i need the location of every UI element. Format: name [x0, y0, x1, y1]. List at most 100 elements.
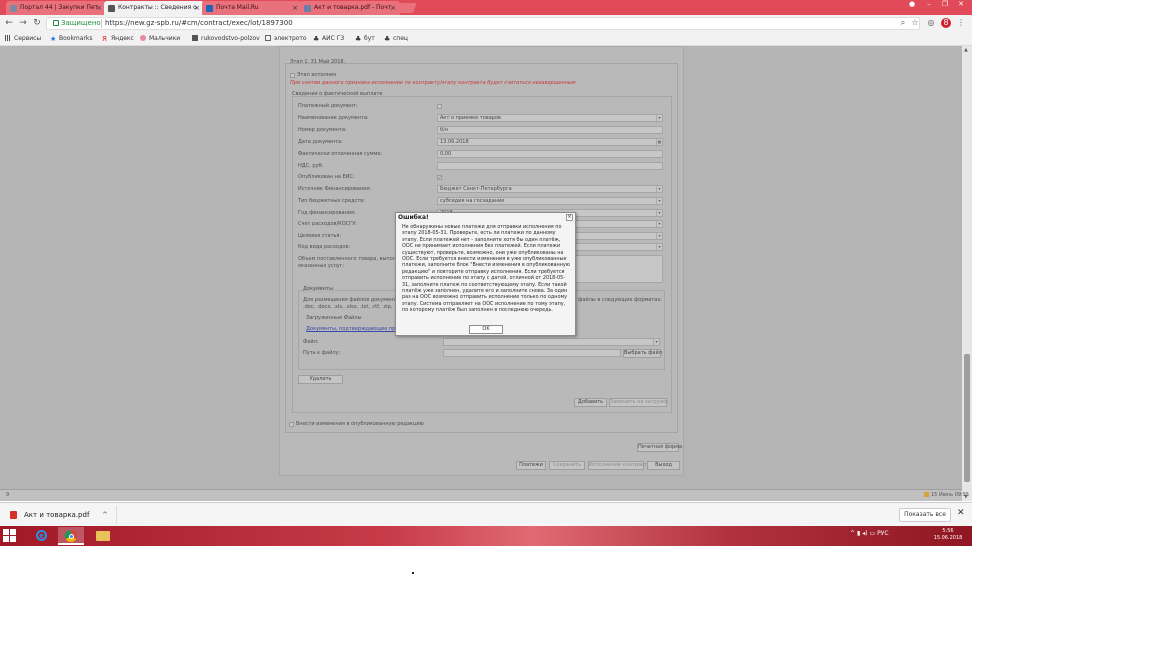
field-value: 13.06.2018: [440, 139, 469, 145]
stage-done-label: Этап исполнен: [297, 72, 337, 78]
file-label: Файл:: [303, 339, 319, 345]
close-icon[interactable]: ×: [390, 1, 396, 15]
published-eis-checkbox[interactable]: ✓: [437, 175, 442, 180]
doc-date-input[interactable]: 13.06.2018 ▦: [437, 138, 663, 146]
download-shelf: Акт и товарка.pdf ^ Показать все ✕: [0, 502, 972, 526]
user-icon[interactable]: ●: [905, 0, 919, 10]
browser-toolbar: ← → ↻ Защищено https://new.gz-spb.ru/#cm…: [0, 15, 972, 32]
stage-done-checkbox[interactable]: [290, 73, 295, 78]
notification-badge-icon[interactable]: 8: [941, 18, 951, 28]
bookmark-rukovodstvo[interactable]: rukovodstvo-polzov: [192, 35, 260, 43]
field-label: Код вида расходов:: [298, 244, 351, 250]
forward-icon[interactable]: →: [17, 17, 29, 29]
file-select[interactable]: ▾: [443, 338, 660, 346]
exit-button[interactable]: Выход: [647, 461, 680, 470]
path-label: Путь к файлу:: [303, 350, 341, 356]
page-scrollbar[interactable]: ▲ ▼: [962, 46, 972, 501]
minimize-icon[interactable]: –: [922, 0, 936, 10]
close-icon[interactable]: ×: [96, 1, 102, 15]
tab-label: Акт и товарка.pdf - Почт: [314, 4, 392, 11]
replace-upload-button[interactable]: Заменить на загрузке: [609, 398, 668, 407]
tab-portal44[interactable]: Портал 44 | Закупки Пет ×: [6, 1, 106, 15]
file-path-input[interactable]: [443, 349, 621, 357]
budget-type-select[interactable]: субсидия на госзадание ▾: [437, 197, 663, 205]
chevron-down-icon: ▾: [656, 210, 662, 216]
field-label: Счет расходов/КОСГУ:: [298, 221, 357, 227]
volume-icon[interactable]: ◂): [862, 530, 867, 537]
site-favicon-icon: [140, 35, 146, 41]
taskbar-chrome[interactable]: [58, 527, 84, 545]
field-label: Опубликован на ЕИС:: [298, 174, 355, 180]
add-button[interactable]: Добавить: [574, 398, 607, 407]
doc-number-input[interactable]: б/н: [437, 126, 663, 134]
star-icon[interactable]: ☆: [910, 18, 920, 28]
network-icon[interactable]: ▮: [857, 530, 860, 537]
funding-source-select[interactable]: Бюджет Санкт-Петербурга ▾: [437, 185, 663, 193]
payment-doc-checkbox[interactable]: [437, 104, 442, 109]
ok-button[interactable]: OK: [469, 325, 503, 334]
bookmark-but[interactable]: ♣ бут: [355, 35, 375, 43]
docs-hint: Для размещения файлов документ: [303, 297, 397, 303]
bookmark-label: электрото: [274, 35, 307, 42]
paid-amount-input[interactable]: 0,00: [437, 150, 663, 158]
calendar-icon[interactable]: ▦: [656, 139, 662, 145]
url-text: https://new.gz-spb.ru/#cm/contract/exec/…: [105, 19, 293, 27]
chrome-icon: [65, 530, 77, 542]
print-form-button[interactable]: Печатная форма: [637, 443, 682, 452]
bookmark-ais-gz[interactable]: ♣ АИС ГЗ: [313, 35, 344, 43]
chevron-down-icon: ▾: [653, 339, 659, 345]
bookmark-elektroto[interactable]: электрото: [265, 35, 307, 43]
vat-input[interactable]: [437, 162, 663, 170]
bookmark-label: Мальчики: [149, 35, 181, 42]
close-icon[interactable]: ×: [292, 1, 298, 15]
extension-icon[interactable]: ◎: [926, 18, 936, 28]
scroll-thumb[interactable]: [964, 354, 970, 482]
battery-icon[interactable]: ▭: [869, 530, 875, 537]
tab-mail[interactable]: Почта Mail.Ru ×: [202, 1, 302, 15]
download-item[interactable]: Акт и товарка.pdf ^: [4, 506, 114, 524]
doc-name-select[interactable]: Акт о приемке товаров ▾: [437, 114, 663, 122]
chevron-up-icon[interactable]: ^: [102, 506, 108, 524]
bookmark-yandex[interactable]: Я Яндекс: [102, 35, 134, 43]
choose-file-button[interactable]: Выбрать файл: [623, 349, 662, 358]
back-icon[interactable]: ←: [3, 17, 15, 29]
reload-icon[interactable]: ↻: [31, 17, 43, 29]
payments-button[interactable]: Платежи: [516, 461, 546, 470]
clock[interactable]: 5:56 15.06.2018: [930, 528, 966, 542]
field-value: Акт о приемке товаров: [440, 115, 501, 121]
bookmark-bookmarks[interactable]: ★ Bookmarks: [50, 35, 93, 43]
taskbar-explorer[interactable]: [90, 527, 116, 545]
windows-start-icon[interactable]: [3, 529, 17, 543]
bookmark-spets[interactable]: ♣ спец: [384, 35, 408, 43]
close-icon[interactable]: ×: [566, 214, 573, 221]
close-icon[interactable]: ✕: [957, 508, 965, 518]
delete-button[interactable]: Удалить: [298, 375, 343, 384]
edit-published-label: Внести изменения в опубликованную редакц…: [296, 421, 424, 427]
language-indicator[interactable]: РУС: [877, 530, 888, 537]
contract-execution-button[interactable]: Исполнение контракта: [588, 461, 650, 470]
tab-pdf[interactable]: Акт и товарка.pdf - Почт ×: [300, 1, 400, 15]
field-value: субсидия на госзадание: [440, 198, 505, 204]
secure-label: Защищено: [61, 19, 101, 27]
menu-icon[interactable]: ⋮: [956, 18, 966, 28]
bookmark-apps[interactable]: Сервисы: [5, 35, 41, 43]
save-button[interactable]: Сохранить: [549, 461, 585, 470]
restore-icon[interactable]: ❐: [938, 0, 952, 10]
tab-contracts[interactable]: Контракты :: Сведения о ×: [104, 1, 204, 15]
yandex-icon: Я: [102, 35, 107, 43]
documents-link[interactable]: Документы, подтверждающие пр: [306, 326, 395, 333]
close-icon[interactable]: ×: [194, 1, 200, 15]
address-bar[interactable]: Защищено https://new.gz-spb.ru/#cm/contr…: [46, 17, 920, 30]
taskbar-ie[interactable]: e: [28, 527, 54, 545]
chevron-up-icon[interactable]: ^: [850, 530, 855, 537]
new-tab-button[interactable]: [395, 3, 417, 13]
bookmark-malchiki[interactable]: Мальчики: [140, 35, 180, 43]
screen: Портал 44 | Закупки Пет × Контракты :: С…: [0, 0, 972, 546]
search-icon[interactable]: ⌕: [898, 18, 908, 28]
stage-warning: При снятии данного признака исполнение п…: [290, 80, 576, 86]
show-all-button[interactable]: Показать все: [899, 508, 951, 522]
site-favicon-icon: [108, 5, 115, 12]
scroll-up-icon[interactable]: ▲: [964, 47, 968, 53]
edit-published-checkbox[interactable]: [289, 422, 294, 427]
close-window-icon[interactable]: ✕: [954, 0, 968, 10]
